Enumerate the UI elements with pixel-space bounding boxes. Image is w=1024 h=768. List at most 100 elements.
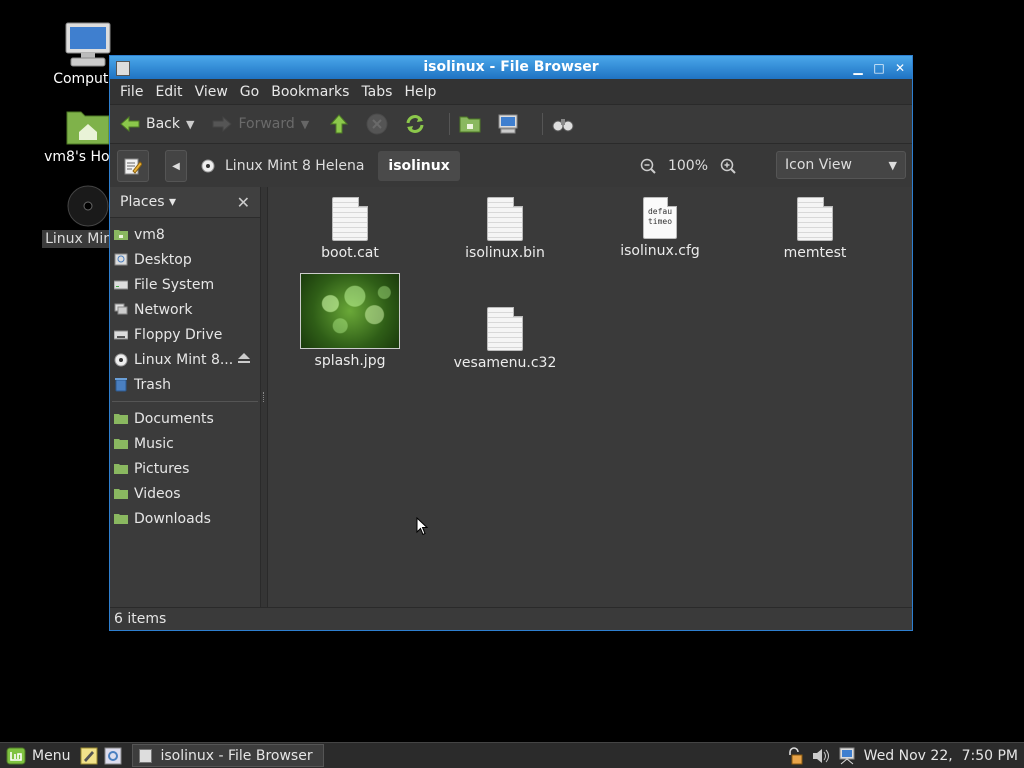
eject-icon[interactable] — [238, 352, 250, 368]
forward-button[interactable]: Forward — [212, 115, 295, 133]
view-mode-label: Icon View — [785, 157, 852, 173]
computer-button[interactable] — [496, 112, 520, 136]
clock[interactable]: Wed Nov 22, 7:50 PM — [864, 748, 1018, 764]
zoom-level: 100% — [667, 158, 708, 174]
sidebar-item-vm8[interactable]: vm8 — [110, 222, 260, 247]
sidebar-item-downloads[interactable]: Downloads — [110, 506, 260, 531]
file-item-isolinux-cfg[interactable]: defau timeo isolinux.cfg — [595, 197, 725, 259]
task-label: isolinux - File Browser — [160, 747, 313, 764]
sidebar-item-label: Floppy Drive — [134, 326, 223, 343]
home-folder-icon — [459, 116, 481, 133]
drive-icon — [114, 278, 128, 292]
window-menu-icon[interactable] — [116, 61, 130, 76]
window-titlebar[interactable]: isolinux - File Browser ▁ □ ✕ — [110, 56, 912, 79]
text-editor-launcher-icon[interactable] — [80, 747, 98, 765]
text-preview-line: defau — [647, 207, 673, 216]
edit-location-icon — [124, 158, 142, 175]
breadcrumb-linux-mint[interactable]: Linux Mint 8 Helena — [191, 151, 374, 181]
main-menu-button[interactable]: Menu — [0, 747, 70, 765]
text-preview-line: timeo — [647, 217, 673, 226]
toolbar-separator — [449, 113, 451, 135]
floppy-icon — [114, 328, 128, 342]
menu-file[interactable]: File — [114, 84, 149, 100]
sidebar-item-desktop[interactable]: Desktop — [110, 247, 260, 272]
home-button[interactable] — [458, 112, 482, 136]
zoom-control: 100% — [640, 144, 736, 188]
menu-edit[interactable]: Edit — [149, 84, 188, 100]
file-item-vesamenu-c32[interactable]: vesamenu.c32 — [440, 307, 570, 371]
mouse-cursor-icon — [416, 517, 428, 536]
sidebar-item-trash[interactable]: Trash — [110, 372, 260, 397]
stop-button[interactable] — [365, 112, 389, 136]
sidebar-mode-select[interactable]: Places ▾ — [120, 194, 176, 210]
trash-icon — [114, 377, 128, 392]
path-scroll-left-button[interactable]: ◀ — [165, 150, 187, 182]
chevron-down-icon: ▼ — [888, 158, 897, 172]
toolbar-separator — [542, 113, 544, 135]
sidebar-header: Places ▾ ✕ — [110, 187, 260, 218]
back-arrow-icon — [120, 115, 140, 133]
file-browser-launcher-icon[interactable] — [104, 747, 122, 765]
breadcrumb-isolinux[interactable]: isolinux — [378, 151, 460, 181]
sidebar-item-pictures[interactable]: Pictures — [110, 456, 260, 481]
file-name: isolinux.bin — [465, 245, 545, 261]
menubar: File Edit View Go Bookmarks Tabs Help — [110, 79, 912, 105]
close-button[interactable]: ✕ — [894, 62, 906, 74]
up-button[interactable] — [327, 112, 351, 136]
sidebar-item-label: Network — [134, 301, 193, 318]
minimize-button[interactable]: ▁ — [852, 62, 864, 74]
sidebar-item-label: Desktop — [134, 251, 192, 268]
file-view[interactable]: boot.cat isolinux.bin defau timeo isolin… — [268, 187, 912, 608]
sidebar-resize-handle[interactable] — [261, 187, 268, 608]
document-icon — [332, 197, 368, 241]
sidebar-item-videos[interactable]: Videos — [110, 481, 260, 506]
file-item-boot-cat[interactable]: boot.cat — [285, 197, 415, 261]
sidebar-item-label: Downloads — [134, 510, 211, 527]
close-sidebar-icon[interactable]: ✕ — [237, 193, 250, 212]
sidebar: Places ▾ ✕ vm8 Desktop File System Netwo… — [110, 187, 261, 608]
sidebar-item-linux-mint[interactable]: Linux Mint 8... — [110, 347, 260, 372]
sidebar-item-label: Linux Mint 8... — [134, 351, 234, 368]
maximize-button[interactable]: □ — [873, 62, 885, 74]
network-status-icon[interactable] — [838, 747, 856, 765]
breadcrumb-label: Linux Mint 8 Helena — [225, 158, 365, 174]
zoom-out-icon[interactable] — [640, 158, 656, 174]
toggle-location-button[interactable] — [117, 150, 149, 182]
sidebar-item-label: Videos — [134, 485, 181, 502]
back-button[interactable]: Back — [120, 115, 180, 133]
back-history-dropdown[interactable]: ▼ — [186, 118, 194, 131]
reload-button[interactable] — [403, 112, 427, 136]
menu-view[interactable]: View — [189, 84, 234, 100]
cdrom-icon — [114, 353, 128, 367]
lock-icon[interactable] — [786, 746, 804, 765]
sidebar-item-file-system[interactable]: File System — [110, 272, 260, 297]
cdrom-icon — [201, 159, 215, 173]
volume-icon[interactable] — [812, 748, 830, 764]
menu-bookmarks[interactable]: Bookmarks — [265, 84, 355, 100]
sidebar-item-network[interactable]: Network — [110, 297, 260, 322]
search-button[interactable] — [551, 112, 575, 136]
status-text: 6 items — [114, 611, 167, 627]
taskbar-task-file-browser[interactable]: isolinux - File Browser — [132, 744, 325, 767]
view-mode-select[interactable]: Icon View ▼ — [776, 151, 906, 179]
sidebar-item-floppy-drive[interactable]: Floppy Drive — [110, 322, 260, 347]
zoom-in-icon[interactable] — [720, 158, 736, 174]
document-icon — [487, 197, 523, 241]
menu-help[interactable]: Help — [398, 84, 442, 100]
menu-label: Menu — [32, 747, 71, 764]
file-item-splash-jpg[interactable]: splash.jpg — [285, 273, 415, 369]
forward-history-dropdown[interactable]: ▼ — [301, 118, 309, 131]
sidebar-item-label: vm8 — [134, 226, 165, 243]
text-file-icon: defau timeo — [643, 197, 677, 239]
sidebar-item-music[interactable]: Music — [110, 431, 260, 456]
window-icon — [139, 748, 153, 763]
file-item-memtest[interactable]: memtest — [750, 197, 880, 261]
sidebar-item-label: Documents — [134, 410, 214, 427]
sidebar-item-documents[interactable]: Documents — [110, 406, 260, 431]
file-item-isolinux-bin[interactable]: isolinux.bin — [440, 197, 570, 261]
menu-tabs[interactable]: Tabs — [355, 84, 398, 100]
folder-icon — [114, 512, 128, 526]
sidebar-item-label: Music — [134, 435, 174, 452]
folder-icon — [114, 412, 128, 426]
menu-go[interactable]: Go — [234, 84, 265, 100]
